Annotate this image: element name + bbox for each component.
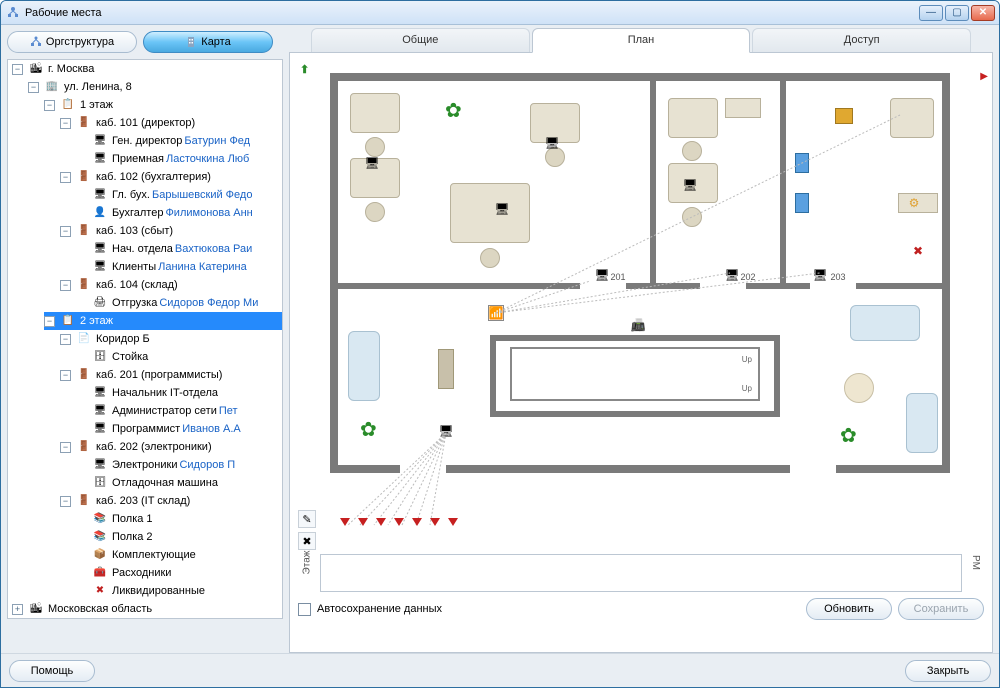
tree-leaf[interactable]: 📚Полка 2	[76, 528, 282, 546]
timeline-box[interactable]	[320, 554, 962, 592]
tree-node-mosobl[interactable]: +🏙Московская область	[12, 600, 282, 618]
tree-node-moscow[interactable]: −🏙г. Москва −🏢ул. Ленина, 8 −📋1 этаж	[12, 60, 282, 600]
room-label-203: 203	[830, 269, 846, 285]
rack-icon[interactable]	[438, 349, 454, 389]
room-label-202: 202	[740, 269, 756, 285]
tree-leaf[interactable]: 🖥Администратор сети Пет	[76, 402, 282, 420]
map-button[interactable]: Карта	[143, 31, 273, 53]
orgstructure-button[interactable]: Оргструктура	[7, 31, 137, 53]
floor-plan: 201 202 203 ✿	[330, 73, 950, 473]
stairs: Up Up	[510, 347, 760, 401]
tree-node-floor2[interactable]: −📋2 этаж −📄Коридор Б 🗄Стойка −🚪каб	[44, 312, 282, 600]
tree-node-cab201[interactable]: −🚪каб. 201 (программисты) 🖥Начальник IT-…	[60, 366, 282, 438]
tree-leaf[interactable]: 🖥Клиенты Ланина Катерина	[76, 258, 282, 276]
titlebar: Рабочие места — ▢ ✕	[1, 1, 999, 25]
plant-icon: ✿	[445, 98, 467, 120]
tree-node-corridor[interactable]: −📄Коридор Б 🗄Стойка	[60, 330, 282, 366]
tree-leaf[interactable]: 🗄Стойка	[76, 348, 282, 366]
delete-icon: ✖	[910, 243, 926, 259]
left-pane: Оргструктура Карта −🏙г. Москва −🏢ул. Лен…	[7, 25, 283, 653]
orgstructure-label: Оргструктура	[46, 36, 114, 48]
map-label: Карта	[201, 36, 230, 48]
tab-general[interactable]: Общие	[311, 28, 530, 52]
app-window: Рабочие места — ▢ ✕ Оргструктура Карта	[0, 0, 1000, 688]
vlabel-floor: Этаж	[298, 532, 316, 592]
shelf-icon[interactable]	[795, 193, 809, 213]
tree-node-address[interactable]: −🏢ул. Ленина, 8 −📋1 этаж −🚪каб. 101 (дир…	[28, 78, 282, 600]
autosave-label: Автосохранение данных	[317, 603, 442, 615]
tree-leaf[interactable]: 👤Бухгалтер Филимонова Анн	[76, 204, 282, 222]
tree-leaf[interactable]: 🖨Отгрузка Сидоров Федор Ми	[76, 294, 282, 312]
refresh-button[interactable]: Обновить	[806, 598, 892, 620]
right-pane: Общие План Доступ ⬆ ▶	[289, 25, 993, 653]
tree-leaf[interactable]: 🖥Ген. директор Батурин Фед	[76, 132, 282, 150]
tree-leaf[interactable]: 📦Комплектующие	[76, 546, 282, 564]
tree-node-cab101[interactable]: −🚪каб. 101 (директор) 🖥Ген. директор Бат…	[60, 114, 282, 168]
plan-canvas[interactable]: ⬆ ▶	[289, 53, 993, 653]
maximize-button[interactable]: ▢	[945, 5, 969, 21]
shelf-icon[interactable]	[795, 153, 809, 173]
camera-icon[interactable]: 📶	[488, 305, 504, 321]
tree-node-cab104[interactable]: −🚪каб. 104 (склад) 🖨Отгрузка Сидоров Фед…	[60, 276, 282, 312]
plan-footer: Автосохранение данных Обновить Сохранить	[298, 596, 984, 622]
tree-node-cab102[interactable]: −🚪каб. 102 (бухгалтерия) 🖥Гл. бух. Барыш…	[60, 168, 282, 222]
window-title: Рабочие места	[25, 7, 919, 19]
tree-leaf[interactable]: 🖥Начальник IT-отдела	[76, 384, 282, 402]
app-icon	[5, 5, 21, 21]
tree-leaf[interactable]: 🖥Нач. отдела Вахтюкова Раи	[76, 240, 282, 258]
box-icon[interactable]	[835, 108, 853, 124]
room-label-201: 201	[610, 269, 626, 285]
tree-node-floor1[interactable]: −📋1 этаж −🚪каб. 101 (директор) 🖥Ген. дир…	[44, 96, 282, 312]
tree-leaf[interactable]: ✖Ликвидированные	[76, 582, 282, 600]
tree-leaf[interactable]: 🖥Гл. бух. Барышевский Федо	[76, 186, 282, 204]
tree-leaf[interactable]: 📚Полка 1	[76, 510, 282, 528]
window-controls: — ▢ ✕	[919, 5, 995, 21]
marker-row	[340, 518, 458, 526]
tab-access[interactable]: Доступ	[752, 28, 971, 52]
tool-edit-icon[interactable]: ✎	[298, 510, 316, 528]
autosave-checkbox[interactable]	[298, 603, 311, 616]
tree-node-cab103[interactable]: −🚪каб. 103 (сбыт) 🖥Нач. отдела Вахтюкова…	[60, 222, 282, 276]
main-content: Оргструктура Карта −🏙г. Москва −🏢ул. Лен…	[1, 25, 999, 653]
help-button[interactable]: Помощь	[9, 660, 95, 682]
up-arrow-icon[interactable]: ⬆	[300, 63, 309, 76]
vlabel-rm: РМ	[966, 532, 984, 592]
plan-bottom-panel: Этаж РМ	[298, 532, 984, 592]
plant-icon: ✿	[840, 423, 862, 445]
tabstrip: Общие План Доступ	[289, 25, 993, 53]
close-window-button[interactable]: ✕	[971, 5, 995, 21]
gear-icon: ⚙	[906, 195, 922, 211]
tree-view[interactable]: −🏙г. Москва −🏢ул. Ленина, 8 −📋1 этаж	[7, 59, 283, 619]
tree-leaf[interactable]: 🧰Расходники	[76, 564, 282, 582]
tree-leaf[interactable]: 🖥Программист Иванов А.А	[76, 420, 282, 438]
minimize-button[interactable]: —	[919, 5, 943, 21]
right-arrow-icon[interactable]: ▶	[980, 71, 988, 82]
save-button[interactable]: Сохранить	[898, 598, 984, 620]
tree-node-cab203[interactable]: −🚪каб. 203 (IT склад) 📚Полка 1 📚Полка 2 …	[60, 492, 282, 600]
close-button[interactable]: Закрыть	[905, 660, 991, 682]
tree-leaf[interactable]: 🗄Отладочная машина	[76, 474, 282, 492]
tree-node-cab202[interactable]: −🚪каб. 202 (электроники) 🖥Электроники Си…	[60, 438, 282, 492]
bottombar: Помощь Закрыть	[1, 653, 999, 687]
tab-plan[interactable]: План	[532, 28, 751, 53]
tree-leaf[interactable]: 🖥Приемная Ласточкина Люб	[76, 150, 282, 168]
plant-icon: ✿	[360, 417, 382, 439]
tree-leaf[interactable]: 🖥Электроники Сидоров П	[76, 456, 282, 474]
